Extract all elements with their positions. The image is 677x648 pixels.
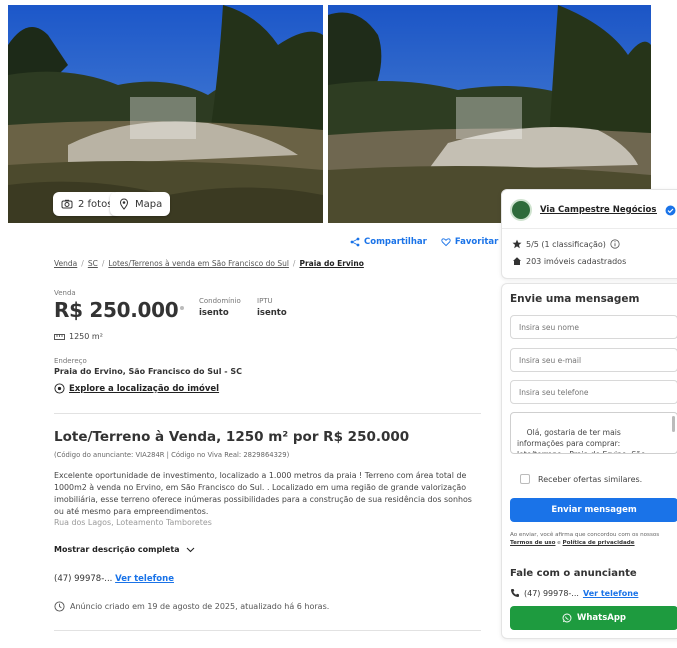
photos-label: 2 fotos (78, 198, 113, 210)
explore-location-link[interactable]: Explore a localização do imóvel (54, 383, 219, 394)
advertiser-see-phone-link[interactable]: Ver telefone (583, 589, 638, 598)
advertiser-listings-count: 203 imóveis cadastrados (512, 256, 626, 266)
talk-to-advertiser-title: Fale com o anunciante (510, 568, 637, 579)
advertiser-phone-partial: (47) 99978-... (524, 588, 579, 598)
location-pin-icon (54, 383, 65, 394)
terms-of-use-link[interactable]: Termos de uso (510, 540, 555, 546)
contact-form-card: Envie uma mensagem Olá, gostaria de ter … (501, 283, 677, 639)
listing-phone-partial: (47) 99978-... (54, 574, 113, 584)
favorite-label: Favoritar (454, 237, 499, 247)
clock-icon (54, 601, 65, 612)
favorite-button[interactable]: Favoritar (441, 237, 499, 247)
message-scrollbar[interactable] (672, 416, 675, 432)
show-more-label: Mostrar descrição completa (54, 545, 180, 554)
price-separator-dot (180, 306, 184, 310)
price-block: Venda R$ 250.000 (54, 289, 179, 322)
breadcrumb-item-neighborhood[interactable]: Praia do Ervino (299, 259, 363, 268)
breadcrumb-item-category[interactable]: Lotes/Terrenos à venda em São Francisco … (108, 259, 289, 268)
listing-created-text: Anúncio criado em 19 de agosto de 2025, … (70, 602, 330, 611)
breadcrumb-separator: / (101, 259, 105, 268)
email-input[interactable] (510, 348, 677, 372)
see-phone-link[interactable]: Ver telefone (115, 574, 174, 584)
advertiser-name-link[interactable]: Via Campestre Negócios I... (540, 205, 657, 215)
terms-prefix: Ao enviar, você afirma que concordou com… (510, 532, 660, 538)
similar-offers-label: Receber ofertas similares. (538, 474, 643, 484)
similar-offers-checkbox[interactable] (520, 474, 530, 484)
sale-price: R$ 250.000 (54, 298, 179, 322)
map-label: Mapa (135, 198, 163, 210)
chevron-down-icon (186, 547, 194, 552)
share-button[interactable]: Compartilhar (350, 237, 427, 247)
address-label: Endereço (54, 357, 87, 365)
camera-icon (61, 199, 73, 209)
breadcrumb: Venda / SC / Lotes/Terrenos à venda em S… (54, 259, 364, 268)
house-icon (513, 257, 521, 265)
share-icon (350, 237, 360, 247)
listing-title: Lote/Terreno à Venda, 1250 m² por R$ 250… (54, 429, 410, 445)
heart-icon (441, 238, 451, 247)
address-value: Praia do Ervino, São Francisco do Sul - … (54, 367, 242, 376)
advertiser-header: Via Campestre Negócios I... (510, 199, 676, 221)
info-icon[interactable] (610, 239, 620, 249)
section-divider (54, 630, 481, 631)
listing-phone: (47) 99978-... Ver telefone (54, 574, 174, 584)
send-message-button[interactable]: Enviar mensagem (510, 498, 677, 522)
price-type-label: Venda (54, 289, 76, 297)
phone-icon (511, 589, 519, 597)
phone-input[interactable] (510, 380, 677, 404)
map-pin-icon (119, 198, 129, 210)
map-button[interactable]: Mapa (110, 192, 171, 216)
message-textarea[interactable]: Olá, gostaria de ter mais informações pa… (510, 412, 677, 454)
message-text: Olá, gostaria de ter mais informações pa… (517, 428, 645, 453)
breadcrumb-separator: / (81, 259, 84, 268)
listing-codes: (Código do anunciante: VIA284R | Código … (54, 451, 290, 459)
advertiser-phone: (47) 99978-... Ver telefone (510, 588, 638, 598)
star-icon (512, 239, 522, 249)
verified-badge-icon (665, 205, 676, 215)
iptu-label: IPTU (257, 297, 273, 305)
terms-and: e (557, 540, 561, 546)
whatsapp-icon (562, 613, 572, 623)
advertiser-logo[interactable] (510, 199, 532, 221)
breadcrumb-item-state[interactable]: SC (88, 259, 98, 268)
whatsapp-button[interactable]: WhatsApp (510, 606, 677, 630)
condo-fee-label: Condomínio (199, 297, 241, 305)
whatsapp-label: WhatsApp (576, 613, 627, 623)
breadcrumb-separator: / (292, 259, 296, 268)
terms-notice: Ao enviar, você afirma que concordou com… (510, 531, 677, 547)
share-label: Compartilhar (364, 237, 427, 247)
advertiser-card: Via Campestre Negócios I... 5/5 (1 class… (501, 189, 677, 279)
section-divider (54, 413, 481, 414)
explore-location-label: Explore a localização do imóvel (69, 383, 220, 394)
ruler-icon (54, 333, 65, 340)
listing-actions: Compartilhar Favoritar (350, 237, 498, 247)
listing-created-info: Anúncio criado em 19 de agosto de 2025, … (54, 601, 329, 612)
privacy-policy-link[interactable]: Política de privacidade (563, 540, 635, 546)
listing-description-faded: Rua dos Lagos, Loteamento Tamboretes (54, 518, 212, 527)
address-block: Endereço Praia do Ervino, São Francisco … (54, 357, 242, 376)
contact-form-title: Envie uma mensagem (510, 293, 640, 305)
listing-description: Excelente oportunidade de investimento, … (54, 471, 472, 516)
advertiser-rating-text: 5/5 (1 classificação) (526, 239, 606, 249)
property-photo-1[interactable] (8, 5, 323, 223)
similar-offers-option[interactable]: Receber ofertas similares. (520, 474, 642, 484)
show-full-description-button[interactable]: Mostrar descrição completa (54, 545, 195, 554)
area-value: 1250 m² (69, 332, 103, 341)
name-input[interactable] (510, 315, 677, 339)
area-info: 1250 m² (54, 332, 103, 341)
condo-fee-value: isento (199, 308, 229, 318)
condo-fee: Condomínio isento (199, 297, 241, 318)
advertiser-rating: 5/5 (1 classificação) (512, 239, 620, 249)
advertiser-divider (502, 228, 677, 229)
iptu-value: isento (257, 308, 287, 318)
advertiser-listings-text: 203 imóveis cadastrados (526, 256, 627, 266)
iptu-fee: IPTU isento (257, 297, 287, 318)
breadcrumb-item-venda[interactable]: Venda (54, 259, 77, 268)
